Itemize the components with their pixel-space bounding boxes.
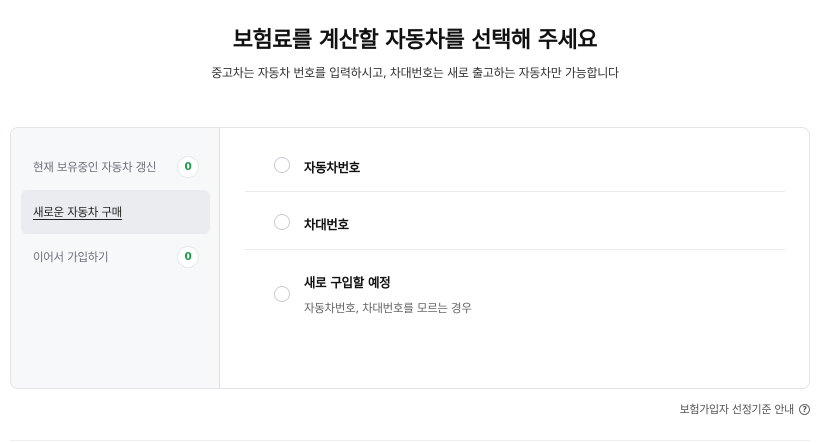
- sidebar-item-label: 이어서 가입하기: [33, 250, 109, 264]
- option-label: 자동차번호: [304, 160, 361, 175]
- page-title: 보험료를 계산할 자동차를 선택해 주세요: [232, 28, 598, 53]
- option-label: 차대번호: [304, 217, 349, 232]
- option-label: 새로 구입할 예정: [304, 275, 391, 290]
- divider: [10, 440, 810, 441]
- sidebar-item-label: 새로운 자동차 구매: [33, 205, 122, 219]
- sidebar-item-new-car-purchase[interactable]: 새로운 자동차 구매: [21, 190, 210, 234]
- radio-button[interactable]: [274, 286, 290, 302]
- sidebar-item-continue-signup[interactable]: 이어서 가입하기 0: [21, 235, 210, 279]
- option-description: 자동차번호, 차대번호를 모르는 경우: [304, 301, 472, 315]
- page-subtitle: 중고차는 자동차 번호를 입력하시고, 차대번호는 새로 출고하는 자동차만 가…: [211, 66, 619, 80]
- divider: [245, 191, 785, 192]
- count-badge: 0: [178, 157, 198, 177]
- insured-criteria-guide-link[interactable]: 보험가입자 선정기준 안내 ?: [680, 401, 810, 417]
- radio-button[interactable]: [274, 157, 290, 173]
- sidebar: 현재 보유중인 자동차 갱신 0 새로운 자동차 구매 이어서 가입하기 0: [11, 128, 220, 388]
- count-badge: 0: [178, 247, 198, 267]
- question-circle-icon: ?: [799, 403, 810, 415]
- divider: [245, 249, 785, 250]
- option-car-number[interactable]: 자동차번호: [245, 146, 785, 192]
- option-planned-purchase[interactable]: 새로 구입할 예정 자동차번호, 차대번호를 모르는 경우: [245, 262, 785, 332]
- option-vin-number[interactable]: 차대번호: [245, 204, 785, 250]
- sidebar-item-renew-current-car[interactable]: 현재 보유중인 자동차 갱신 0: [21, 145, 210, 189]
- sidebar-item-label: 현재 보유중인 자동차 갱신: [33, 160, 157, 174]
- guide-link-label: 보험가입자 선정기준 안내: [679, 403, 795, 416]
- vehicle-selection-panel: 현재 보유중인 자동차 갱신 0 새로운 자동차 구매 이어서 가입하기 0 자…: [10, 127, 810, 389]
- radio-button[interactable]: [274, 214, 290, 230]
